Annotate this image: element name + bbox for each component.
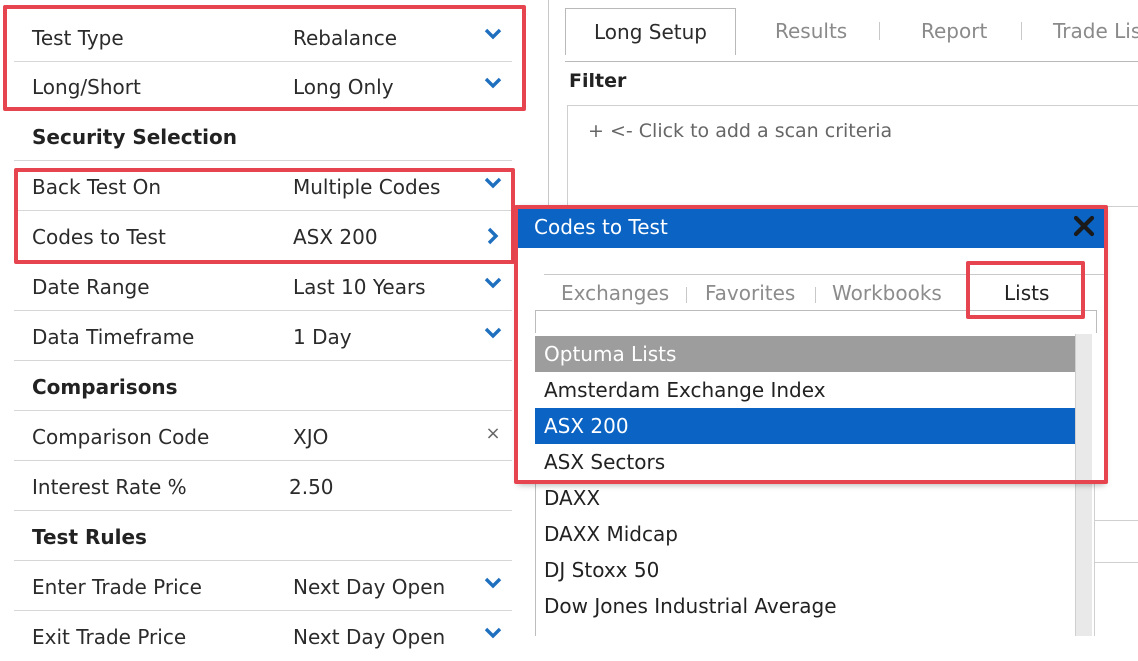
tab-results[interactable]: Results [775, 8, 847, 54]
section-header-test-rules: Test Rules [14, 512, 512, 561]
chevron-down-icon[interactable] [482, 323, 504, 347]
section-header-comparisons: Comparisons [14, 362, 512, 411]
chevron-down-icon[interactable] [482, 173, 504, 197]
list-item[interactable]: Amsterdam Exchange Index [535, 372, 1075, 408]
chevron-down-icon[interactable] [482, 24, 504, 48]
setting-label: Interest Rate % [32, 475, 187, 499]
tab-divider [879, 22, 880, 40]
divider [1095, 562, 1138, 563]
setting-label: Data Timeframe [32, 325, 195, 349]
setting-row-enter-trade-price[interactable]: Enter Trade Price Next Day Open [14, 562, 512, 611]
setting-value[interactable]: Long Only [293, 75, 394, 99]
list-item[interactable]: DAXX Midcap [544, 522, 678, 546]
section-title: Test Rules [32, 525, 147, 549]
setting-value[interactable]: Last 10 Years [293, 275, 426, 299]
tab-underline [565, 61, 1138, 62]
clear-icon[interactable]: × [482, 423, 504, 447]
tab-divider [815, 287, 816, 303]
setting-row-codes-to-test[interactable]: Codes to Test ASX 200 [14, 212, 512, 261]
setting-label: Test Type [32, 26, 124, 50]
setting-value[interactable]: 1 Day [293, 325, 352, 349]
setting-value[interactable]: Rebalance [293, 26, 397, 50]
setting-value[interactable]: Next Day Open [293, 575, 445, 599]
tab-workbooks[interactable]: Workbooks [832, 281, 942, 305]
tab-report[interactable]: Report [921, 8, 987, 54]
chevron-down-icon[interactable] [482, 573, 504, 597]
filter-heading: Filter [569, 70, 627, 92]
list-item-selected[interactable]: ASX 200 [535, 408, 1075, 444]
chevron-down-icon[interactable] [482, 73, 504, 97]
tab-long-setup[interactable]: Long Setup [565, 8, 736, 55]
search-field[interactable] [535, 310, 1097, 333]
setting-value[interactable]: 2.50 [289, 475, 334, 499]
setting-row-long-short[interactable]: Long/Short Long Only [14, 62, 512, 111]
setting-row-data-timeframe[interactable]: Data Timeframe 1 Day [14, 312, 512, 361]
setting-label: Back Test On [32, 175, 162, 199]
setting-row-back-test-on[interactable]: Back Test On Multiple Codes [14, 162, 512, 211]
tab-divider [1021, 22, 1022, 40]
setting-value[interactable]: ASX 200 [293, 225, 378, 249]
filter-criteria-box[interactable]: + <- Click to add a scan criteria [567, 105, 1138, 207]
setting-row-interest-rate[interactable]: Interest Rate % 2.50 [14, 462, 512, 511]
settings-panel: Test Type Rebalance Long/Short Long Only… [0, 0, 540, 649]
list-group-header[interactable]: Optuma Lists [535, 336, 1075, 372]
setting-value[interactable]: Next Day Open [293, 625, 445, 649]
section-title: Comparisons [32, 375, 178, 399]
list-item[interactable]: DAXX [544, 486, 600, 510]
list-item[interactable]: Dow Jones Industrial Average [544, 594, 837, 618]
chevron-down-icon[interactable] [482, 273, 504, 297]
setting-label: Codes to Test [32, 225, 166, 249]
popup-list: Optuma Lists Amsterdam Exchange Index AS… [535, 334, 1075, 482]
setting-row-comparison-code[interactable]: Comparison Code XJO × [14, 412, 512, 461]
setting-value[interactable]: XJO [293, 425, 328, 449]
chevron-right-icon[interactable] [482, 223, 504, 247]
setting-label: Enter Trade Price [32, 575, 202, 599]
add-scan-criteria-button[interactable]: + <- Click to add a scan criteria [588, 120, 892, 142]
setting-label: Long/Short [32, 75, 141, 99]
setting-row-test-type[interactable]: Test Type Rebalance [14, 13, 512, 62]
setting-value[interactable]: Multiple Codes [293, 175, 440, 199]
divider [1095, 520, 1138, 521]
tab-trade-list[interactable]: Trade Lis [1053, 8, 1138, 54]
setting-row-exit-trade-price[interactable]: Exit Trade Price Next Day Open [14, 612, 512, 661]
setting-label: Exit Trade Price [32, 625, 187, 649]
tab-divider [686, 287, 687, 303]
codes-to-test-popup: Codes to Test Exchanges Favorites Workbo… [518, 206, 1105, 483]
popup-header: Codes to Test [518, 206, 1105, 248]
popup-scrollbar[interactable] [1075, 334, 1092, 482]
popup-title: Codes to Test [534, 215, 668, 239]
tab-exchanges[interactable]: Exchanges [561, 281, 669, 305]
tab-favorites[interactable]: Favorites [705, 281, 795, 305]
section-header-security-selection: Security Selection [14, 112, 512, 161]
close-icon[interactable] [1071, 210, 1097, 240]
list-item[interactable]: ASX Sectors [535, 444, 1075, 480]
setting-label: Date Range [32, 275, 150, 299]
section-title: Security Selection [32, 125, 237, 149]
chevron-down-icon[interactable] [482, 623, 504, 647]
setting-row-date-range[interactable]: Date Range Last 10 Years [14, 262, 512, 311]
list-item[interactable]: DJ Stoxx 50 [544, 558, 659, 582]
setting-label: Comparison Code [32, 425, 210, 449]
tab-lists[interactable]: Lists [1004, 281, 1049, 305]
tab-bar: Long Setup Results Report Trade Lis [565, 8, 1138, 62]
popup-tab-bar: Exchanges Favorites Workbooks Lists [544, 274, 1104, 315]
